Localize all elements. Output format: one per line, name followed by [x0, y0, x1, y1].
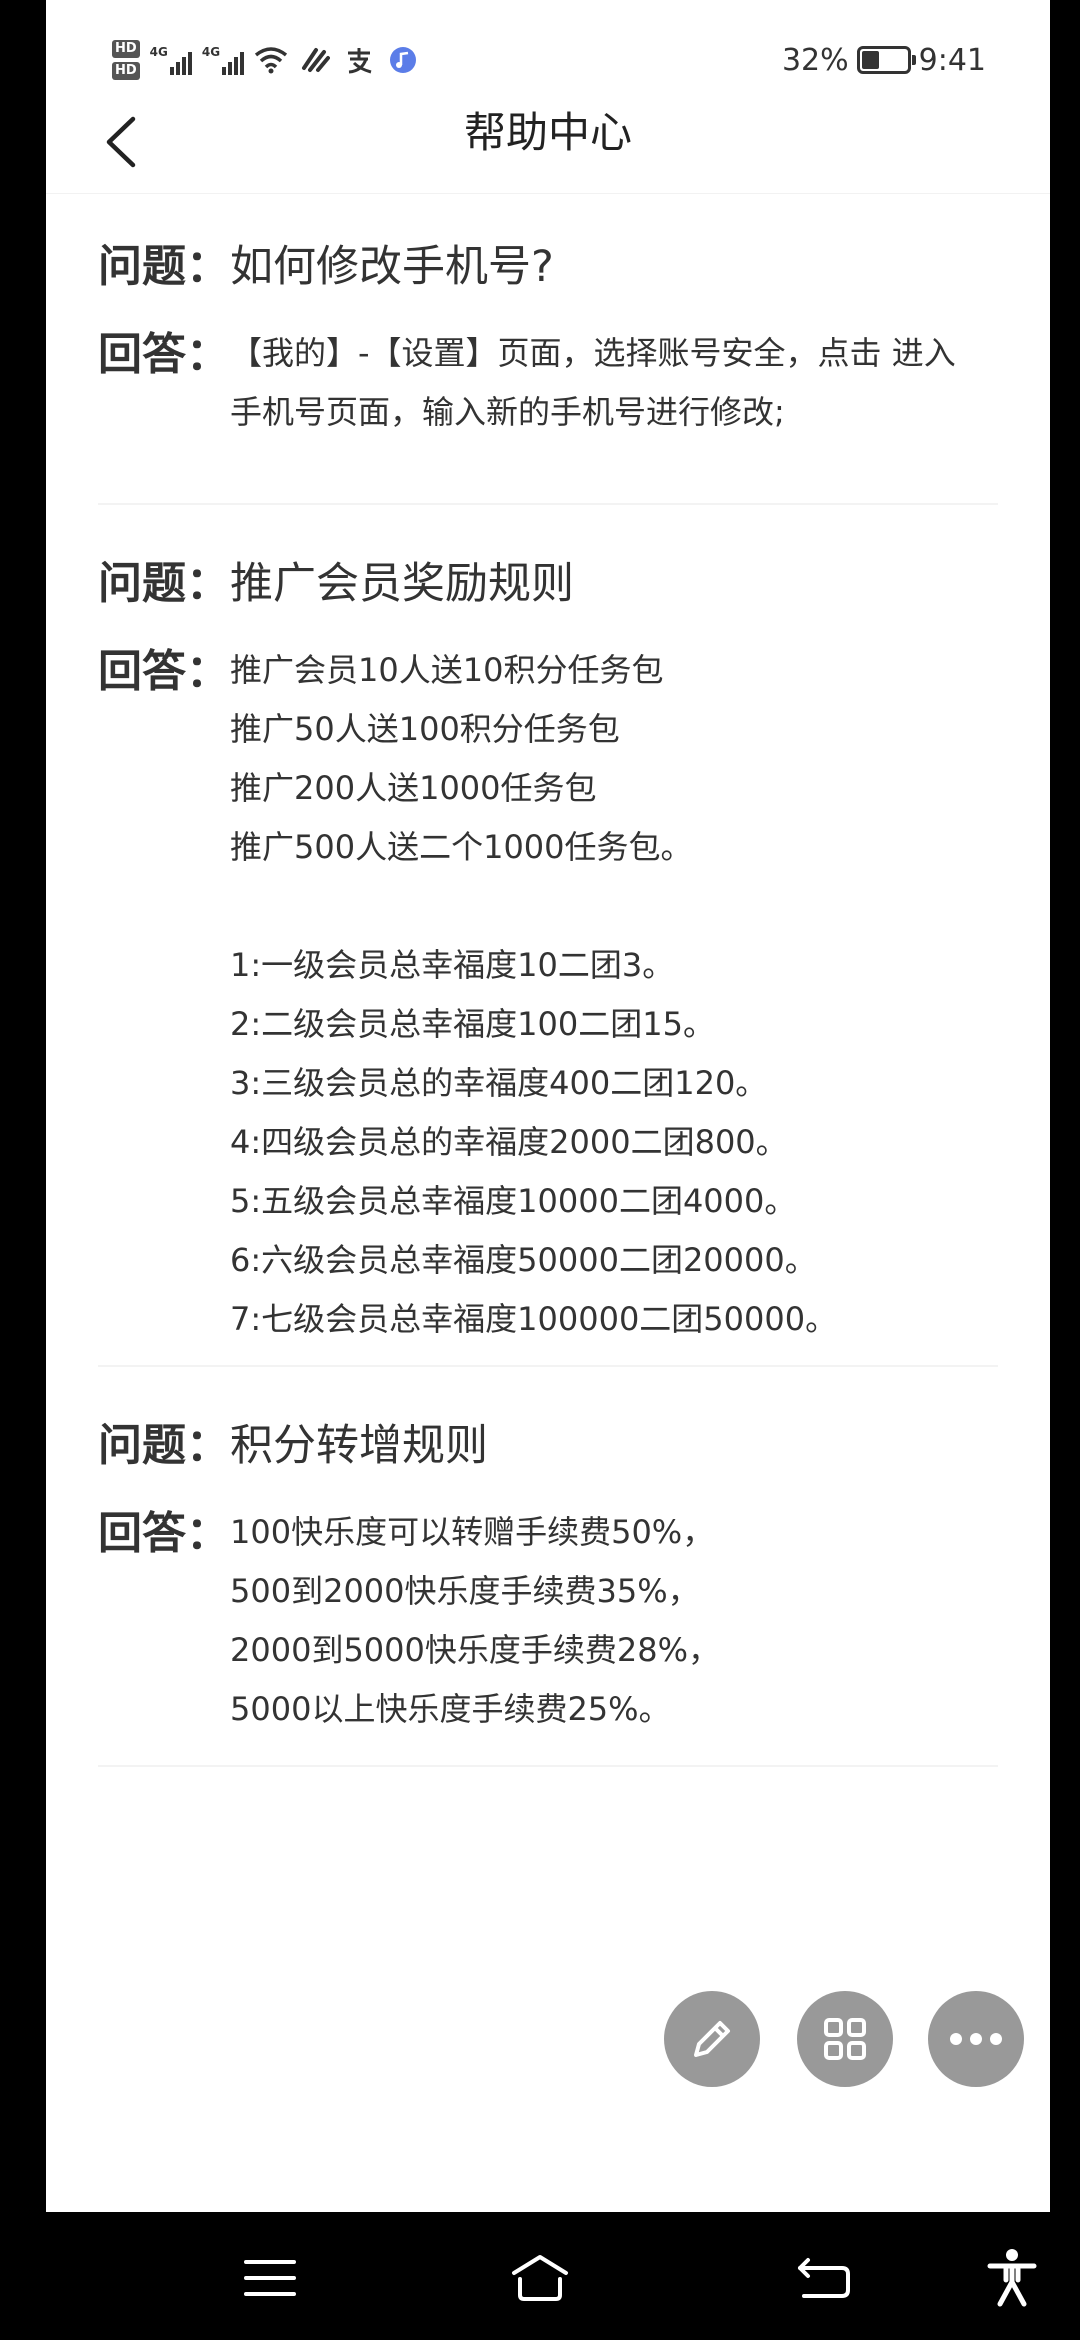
answer-line: 推广会员10人送10积分任务包 — [230, 651, 664, 689]
hd-icon: HD HD — [112, 40, 140, 80]
signal-icon: 4G — [201, 45, 245, 75]
faq-item: 问题： 积分转增规则 回答： 100快乐度可以转赠手续费50%， 500到200… — [98, 1367, 998, 1767]
status-bar: HD HD 4G 4G 32% 9:41 — [46, 0, 1050, 90]
signal-icon: 4G — [150, 45, 192, 75]
edit-button[interactable] — [664, 1991, 760, 2087]
answer-line: 推广50人送100积分任务包 — [230, 710, 620, 748]
battery-icon — [856, 46, 916, 74]
answer-line: 7:七级会员总幸福度100000二团50000。 — [230, 1300, 838, 1338]
app-screen: HD HD 4G 4G 32% 9:41 帮助中心 问题： 如何修改手机号? 回… — [46, 0, 1050, 2212]
grid-button[interactable] — [797, 1991, 893, 2087]
answer-row: 回答： 推广会员10人送10积分任务包 推广50人送100积分任务包 推广200… — [98, 641, 998, 1349]
question-row: 问题： 推广会员奖励规则 — [98, 547, 998, 611]
system-nav-bar — [0, 2212, 1080, 2340]
answer-line: 100快乐度可以转赠手续费50%， — [230, 1513, 715, 1551]
answer-text: 推广会员10人送10积分任务包 推广50人送100积分任务包 推广200人送10… — [230, 641, 837, 1349]
status-left: HD HD 4G 4G — [112, 30, 420, 90]
answer-line: 【我的】-【设置】页面，选择账号安全，点击 进入 — [230, 334, 956, 372]
home-icon — [512, 2255, 568, 2301]
back-nav-button[interactable] — [792, 2246, 856, 2310]
hd-badge-2: HD — [112, 62, 140, 80]
question-text: 积分转增规则 — [230, 1421, 488, 1471]
answer-row: 回答： 【我的】-【设置】页面，选择账号安全，点击 进入 手机号页面，输入新的手… — [98, 324, 998, 442]
question-row: 问题： 积分转增规则 — [98, 1409, 998, 1473]
answer-line: 500到2000快乐度手续费35%， — [230, 1572, 700, 1610]
alipay-icon — [342, 43, 376, 77]
accessibility-button[interactable] — [980, 2246, 1044, 2310]
answer-line: 2000到5000快乐度手续费28%， — [230, 1631, 721, 1669]
page-title: 帮助中心 — [463, 108, 632, 157]
answer-line — [230, 877, 837, 936]
answer-row: 回答： 100快乐度可以转赠手续费50%， 500到2000快乐度手续费35%，… — [98, 1503, 998, 1739]
answer-line: 1:一级会员总幸福度10二团3。 — [230, 946, 675, 984]
status-right: 32% 9:41 — [782, 40, 986, 80]
edit-icon — [694, 2021, 730, 2057]
answer-label: 回答： — [98, 646, 230, 697]
answer-line: 推广200人送1000任务包 — [230, 769, 597, 807]
menu-icon — [244, 2260, 296, 2296]
question-label: 问题： — [98, 241, 230, 292]
answer-line: 6:六级会员总幸福度50000二团20000。 — [230, 1241, 817, 1279]
vibrate-icon — [298, 43, 332, 77]
clock: 9:41 — [918, 42, 986, 78]
question-text: 如何修改手机号? — [230, 242, 554, 292]
more-icon — [950, 2033, 1002, 2045]
accessibility-icon — [987, 2249, 1037, 2307]
answer-text: 【我的】-【设置】页面，选择账号安全，点击 进入 手机号页面，输入新的手机号进行… — [230, 324, 956, 442]
music-icon — [386, 43, 420, 77]
answer-label: 回答： — [98, 1508, 230, 1559]
hd-badge-1: HD — [112, 40, 140, 58]
grid-icon — [824, 2018, 866, 2060]
answer-line: 推广500人送二个1000任务包。 — [230, 828, 693, 866]
menu-button[interactable] — [238, 2246, 302, 2310]
question-label: 问题： — [98, 558, 230, 609]
battery-percent: 32% — [781, 42, 849, 78]
answer-line: 2:二级会员总幸福度100二团15。 — [230, 1005, 715, 1043]
network-type-1: 4G — [149, 45, 168, 59]
answer-line: 4:四级会员总的幸福度2000二团800。 — [230, 1123, 788, 1161]
question-label: 问题： — [98, 1420, 230, 1471]
nav-bar: 帮助中心 — [46, 90, 1050, 194]
more-button[interactable] — [928, 1991, 1024, 2087]
answer-line: 5:五级会员总幸福度10000二团4000。 — [230, 1182, 797, 1220]
question-row: 问题： 如何修改手机号? — [98, 230, 998, 294]
answer-line: 5000以上快乐度手续费25%。 — [230, 1690, 671, 1728]
answer-text: 100快乐度可以转赠手续费50%， 500到2000快乐度手续费35%， 200… — [230, 1503, 720, 1739]
answer-line: 手机号页面，输入新的手机号进行修改; — [230, 393, 785, 431]
question-text: 推广会员奖励规则 — [230, 559, 574, 609]
faq-item: 问题： 如何修改手机号? 回答： 【我的】-【设置】页面，选择账号安全，点击 进… — [98, 230, 998, 505]
answer-label: 回答： — [98, 329, 230, 380]
faq-list: 问题： 如何修改手机号? 回答： 【我的】-【设置】页面，选择账号安全，点击 进… — [98, 230, 998, 1767]
faq-item: 问题： 推广会员奖励规则 回答： 推广会员10人送10积分任务包 推广50人送1… — [98, 505, 998, 1367]
back-icon — [798, 2258, 850, 2298]
answer-line: 3:三级会员总的幸福度400二团120。 — [230, 1064, 768, 1102]
wifi-icon — [254, 43, 288, 77]
home-button[interactable] — [508, 2246, 572, 2310]
network-type-2: 4G — [201, 45, 221, 59]
